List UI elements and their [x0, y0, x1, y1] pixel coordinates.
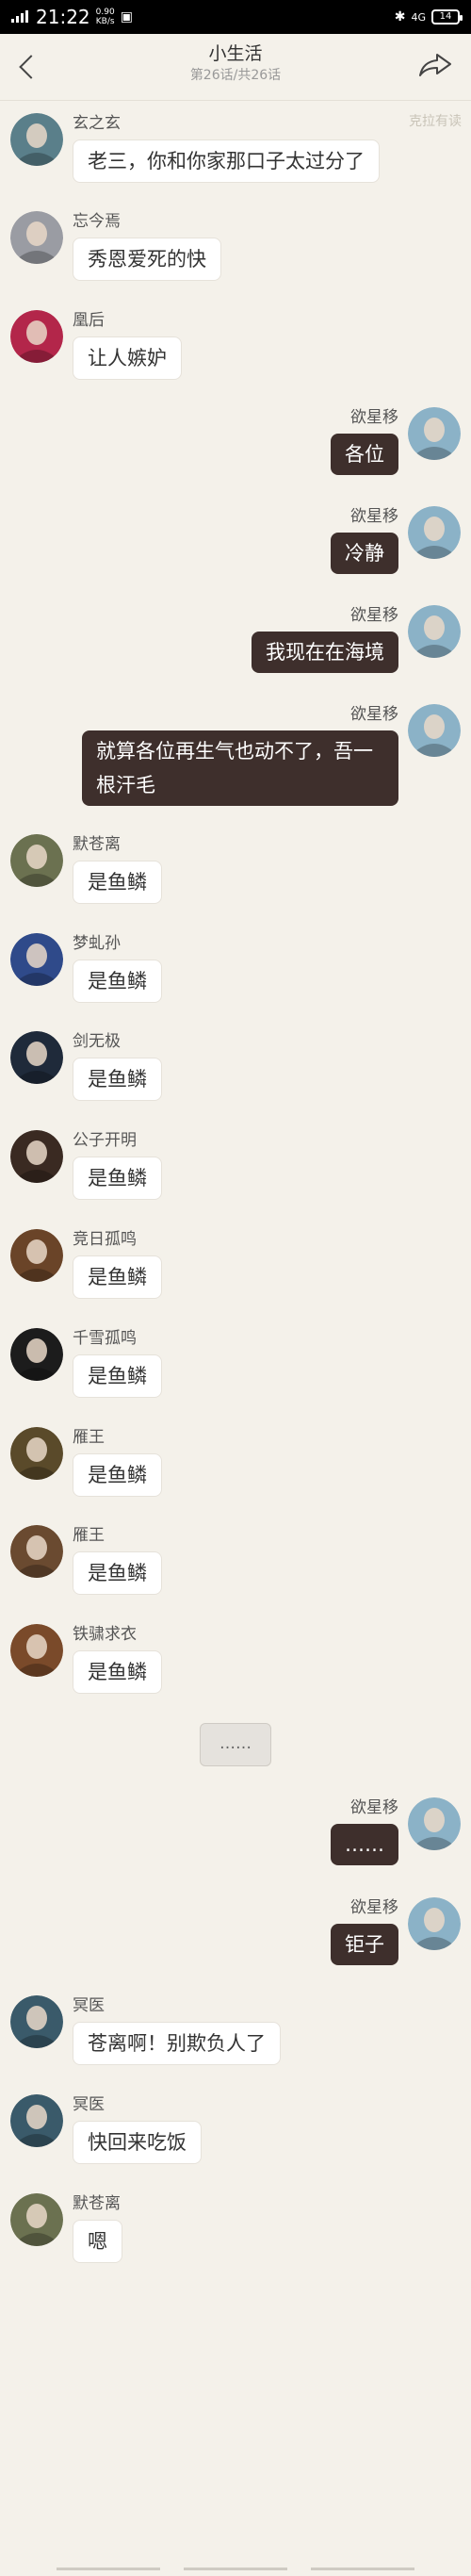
avatar[interactable]	[10, 113, 63, 166]
avatar[interactable]	[10, 2094, 63, 2147]
sender-name: 玄之玄	[73, 114, 121, 133]
share-button[interactable]	[416, 51, 454, 79]
sender-name: 欲星移	[350, 1798, 398, 1817]
sender-name: 雁王	[73, 1526, 105, 1545]
avatar[interactable]	[10, 211, 63, 264]
avatar[interactable]	[10, 1525, 63, 1578]
message-bubble: 是鱼鳞	[73, 960, 162, 1003]
network-type: 4G	[411, 10, 426, 24]
header-bar: 小生活 第26话/共26话	[0, 34, 471, 101]
message-bubble: 钜子	[331, 1924, 398, 1965]
home-indicator	[0, 2568, 471, 2570]
message-bubble: 老三，你和你家那口子太过分了	[73, 139, 380, 183]
sender-name: 凰后	[73, 311, 105, 330]
sender-name: 千雪孤鸣	[73, 1329, 137, 1348]
chat-reader-screen: 21:22 0.90 KB/s ▣ ✱ 4G 14 小生活 第26话/共26话 克…	[0, 0, 471, 2576]
message-bubble: 秀恩爱死的快	[73, 238, 221, 281]
avatar[interactable]	[10, 933, 63, 986]
watermark: 克拉有读	[409, 114, 462, 129]
share-icon	[419, 54, 451, 76]
sender-name: 欲星移	[350, 705, 398, 724]
sender-name: 剑无极	[73, 1032, 121, 1051]
message-bubble: 是鱼鳞	[73, 1354, 162, 1398]
avatar[interactable]	[408, 704, 461, 757]
status-bar: 21:22 0.90 KB/s ▣ ✱ 4G 14	[0, 0, 471, 34]
avatar[interactable]	[408, 1897, 461, 1950]
network-speed: 0.90 KB/s	[95, 8, 115, 26]
sender-name: 默苍离	[73, 835, 121, 854]
avatar[interactable]	[408, 605, 461, 658]
avatar[interactable]	[10, 1130, 63, 1183]
message-bubble: 是鱼鳞	[73, 1551, 162, 1595]
avatar[interactable]	[10, 1031, 63, 1084]
avatar[interactable]	[408, 1797, 461, 1850]
message-bubble: 让人嫉妒	[73, 336, 182, 380]
avatar[interactable]	[408, 407, 461, 460]
sender-name: 默苍离	[73, 2194, 121, 2213]
chapter-indicator: 第26话/共26话	[189, 68, 282, 83]
scene-separator: ……	[200, 1723, 271, 1766]
sender-name: 欲星移	[350, 606, 398, 625]
message-bubble: 我现在在海境	[252, 632, 398, 673]
sender-name: 欲星移	[350, 507, 398, 526]
message-bubble: 是鱼鳞	[73, 1255, 162, 1299]
message-bubble: 是鱼鳞	[73, 1453, 162, 1497]
sender-name: 欲星移	[350, 408, 398, 427]
sender-name: 忘今焉	[73, 212, 121, 231]
sender-name: 铁骕求衣	[73, 1625, 137, 1644]
signal-icon	[11, 9, 30, 25]
avatar[interactable]	[10, 1624, 63, 1677]
sender-name: 雁王	[73, 1428, 105, 1447]
sender-name: 冥医	[73, 2095, 105, 2114]
avatar[interactable]	[10, 1427, 63, 1480]
bluetooth-icon: ✱	[394, 9, 406, 25]
sender-name: 梦虬孙	[73, 934, 121, 953]
message-bubble: 是鱼鳞	[73, 861, 162, 904]
message-bubble: 冷静	[331, 533, 398, 574]
avatar[interactable]	[10, 310, 63, 363]
message-bubble: 苍离啊！别欺负人了	[73, 2022, 281, 2065]
message-bubble: 各位	[331, 434, 398, 475]
message-bubble: 快回来吃饭	[73, 2121, 202, 2164]
page-title: 小生活	[208, 43, 263, 64]
message-bubble: 是鱼鳞	[73, 1058, 162, 1101]
avatar[interactable]	[10, 1328, 63, 1381]
notification-icon: ▣	[120, 9, 133, 25]
avatar[interactable]	[10, 834, 63, 887]
avatar[interactable]	[10, 2193, 63, 2246]
status-time: 21:22	[36, 6, 90, 28]
avatar[interactable]	[10, 1229, 63, 1282]
message-bubble: 是鱼鳞	[73, 1157, 162, 1200]
sender-name: 竞日孤鸣	[73, 1230, 137, 1249]
message-bubble: 嗯	[73, 2220, 122, 2263]
avatar[interactable]	[408, 506, 461, 559]
avatar[interactable]	[10, 1995, 63, 2048]
sender-name: 冥医	[73, 1996, 105, 2015]
message-bubble: 是鱼鳞	[73, 1650, 162, 1694]
message-bubble: 就算各位再生气也动不了，吾一根汗毛	[82, 730, 398, 806]
battery-icon: 14	[431, 9, 463, 25]
sender-name: 公子开明	[73, 1131, 137, 1150]
sender-name: 欲星移	[350, 1898, 398, 1917]
message-bubble: ……	[331, 1824, 398, 1865]
